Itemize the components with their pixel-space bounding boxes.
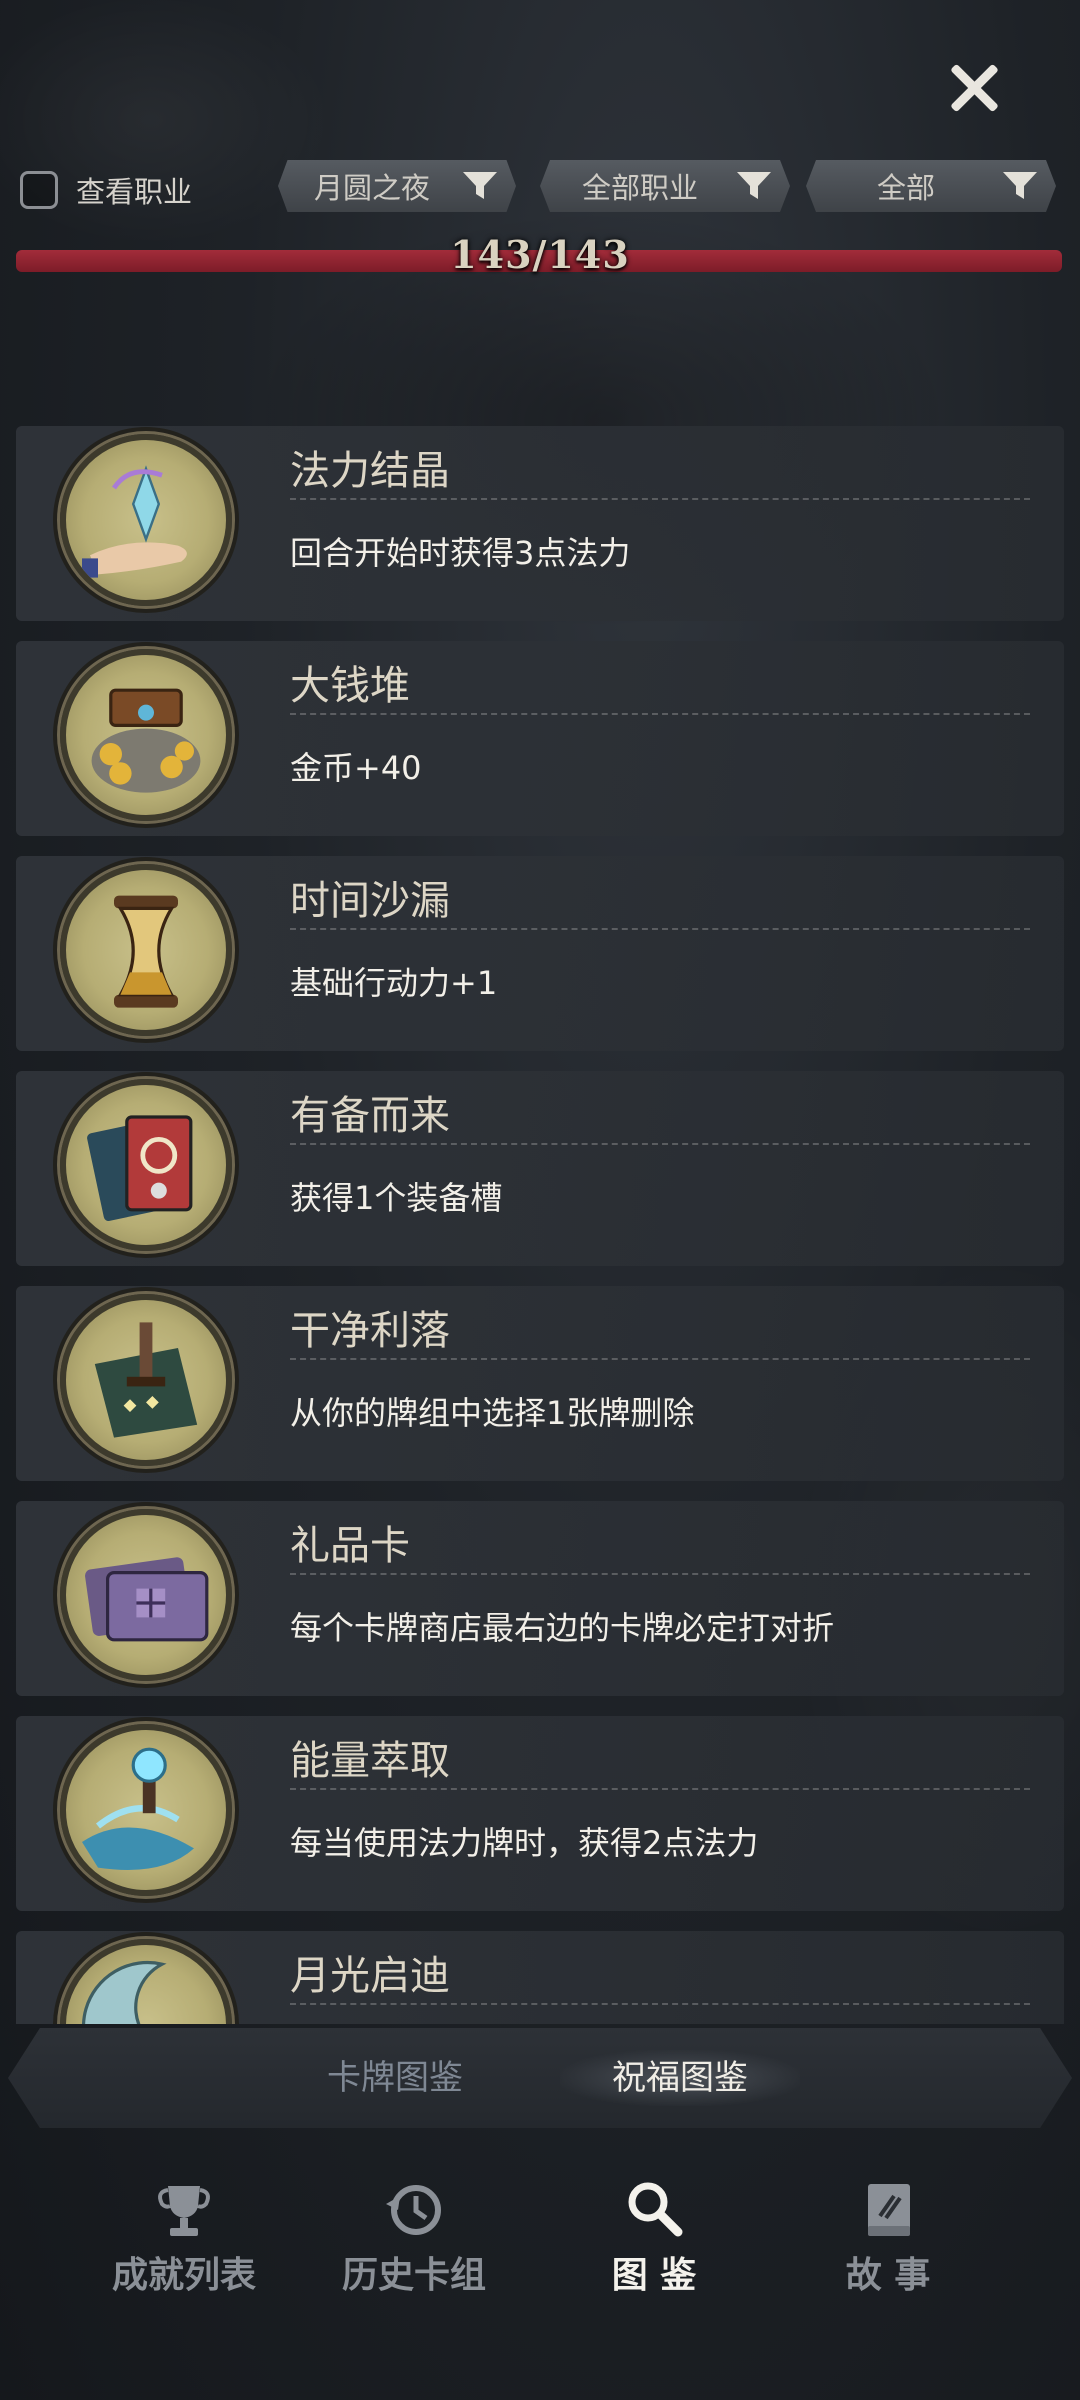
blessing-title: 能量萃取 [290, 1738, 450, 1784]
history-icon [386, 2185, 441, 2235]
nav-history-label: 历史卡组 [341, 2254, 486, 2296]
blessing-card[interactable]: 时间沙漏 基础行动力+1 [16, 856, 1064, 1051]
view-class-toggle[interactable]: 查看职业 [20, 168, 192, 212]
hourglass-icon [60, 864, 232, 1036]
funnel-icon [737, 172, 771, 199]
nav-codex-label: 图 鉴 [611, 2254, 697, 2296]
divider [290, 928, 1030, 930]
funnel-icon [1003, 172, 1037, 199]
dagger-card-icon [60, 1294, 232, 1466]
codex-subtabs [8, 2028, 1072, 2128]
filter-season[interactable]: 月圆之夜 [278, 160, 516, 212]
cards-icon [60, 1079, 232, 1251]
tab-card-codex[interactable]: 卡牌图鉴 [300, 2050, 490, 2106]
divider [290, 1143, 1030, 1145]
blessing-title: 大钱堆 [290, 663, 410, 709]
view-class-label: 查看职业 [76, 175, 193, 209]
checkbox[interactable] [20, 171, 58, 209]
blessing-description: 从你的牌组中选择1张牌删除 [290, 1394, 695, 1432]
filter-all-label: 全部 [876, 171, 935, 205]
divider [290, 713, 1030, 715]
blessing-title: 干净利落 [290, 1308, 450, 1354]
trophy-icon [158, 2186, 210, 2236]
nav-codex[interactable]: 图 鉴 [554, 2180, 754, 2300]
blessing-title: 月光启迪 [290, 1953, 450, 1999]
nav-achievements-label: 成就列表 [111, 2254, 256, 2296]
divider [290, 1573, 1030, 1575]
divider [290, 1358, 1030, 1360]
book-icon [868, 2184, 910, 2236]
treasure-gold-icon [60, 649, 232, 821]
blessing-description: 基础行动力+1 [290, 964, 498, 1002]
filter-class-label: 全部职业 [581, 171, 698, 205]
collection-progress-text: 143/143 [450, 232, 630, 277]
blessing-description: 每个卡牌商店最右边的卡牌必定打对折 [290, 1609, 835, 1647]
gift-card-icon [60, 1509, 232, 1681]
blessing-title: 礼品卡 [290, 1523, 410, 1569]
blessing-description: 金币+40 [290, 749, 422, 787]
divider [290, 1788, 1030, 1790]
tab-blessing-codex[interactable]: 祝福图鉴 [560, 2050, 800, 2106]
divider [290, 498, 1030, 500]
crystal-hand-icon [60, 434, 232, 606]
blessing-card[interactable]: 能量萃取 每当使用法力牌时，获得2点法力 [16, 1716, 1064, 1911]
blessing-card[interactable]: 法力结晶 回合开始时获得3点法力 [16, 426, 1064, 621]
blessing-card[interactable]: 礼品卡 每个卡牌商店最右边的卡牌必定打对折 [16, 1501, 1064, 1696]
nav-achievements[interactable]: 成就列表 [84, 2180, 284, 2300]
filter-all[interactable]: 全部 [806, 160, 1056, 212]
blessing-description: 获得1个装备槽 [290, 1179, 503, 1217]
blessing-title: 有备而来 [290, 1093, 450, 1139]
moon-icon [60, 1939, 232, 2024]
filter-season-label: 月圆之夜 [313, 171, 430, 205]
blessing-card[interactable]: 大钱堆 金币+40 [16, 641, 1064, 836]
magnifier-icon [628, 2182, 683, 2237]
close-icon[interactable] [942, 56, 1006, 120]
blessing-title: 法力结晶 [290, 448, 450, 494]
divider [290, 2003, 1030, 2005]
blessing-card[interactable]: 有备而来 获得1个装备槽 [16, 1071, 1064, 1266]
blessing-description: 每当使用法力牌时，获得2点法力 [290, 1824, 759, 1862]
nav-story[interactable]: 故 事 [788, 2180, 988, 2300]
nav-history-decks[interactable]: 历史卡组 [314, 2180, 514, 2300]
nav-story-label: 故 事 [845, 2254, 931, 2296]
energy-orb-icon [60, 1724, 232, 1896]
blessing-card[interactable]: 干净利落 从你的牌组中选择1张牌删除 [16, 1286, 1064, 1481]
blessing-title: 时间沙漏 [290, 878, 450, 924]
funnel-icon [463, 172, 497, 199]
blessing-description: 回合开始时获得3点法力 [290, 534, 631, 572]
filter-class[interactable]: 全部职业 [540, 160, 790, 212]
blessing-list[interactable]: 法力结晶 回合开始时获得3点法力 大钱堆 金币+40 时间沙漏 基础行动力+1 … [16, 426, 1064, 2024]
blessing-card[interactable]: 月光启迪 [16, 1931, 1064, 2024]
